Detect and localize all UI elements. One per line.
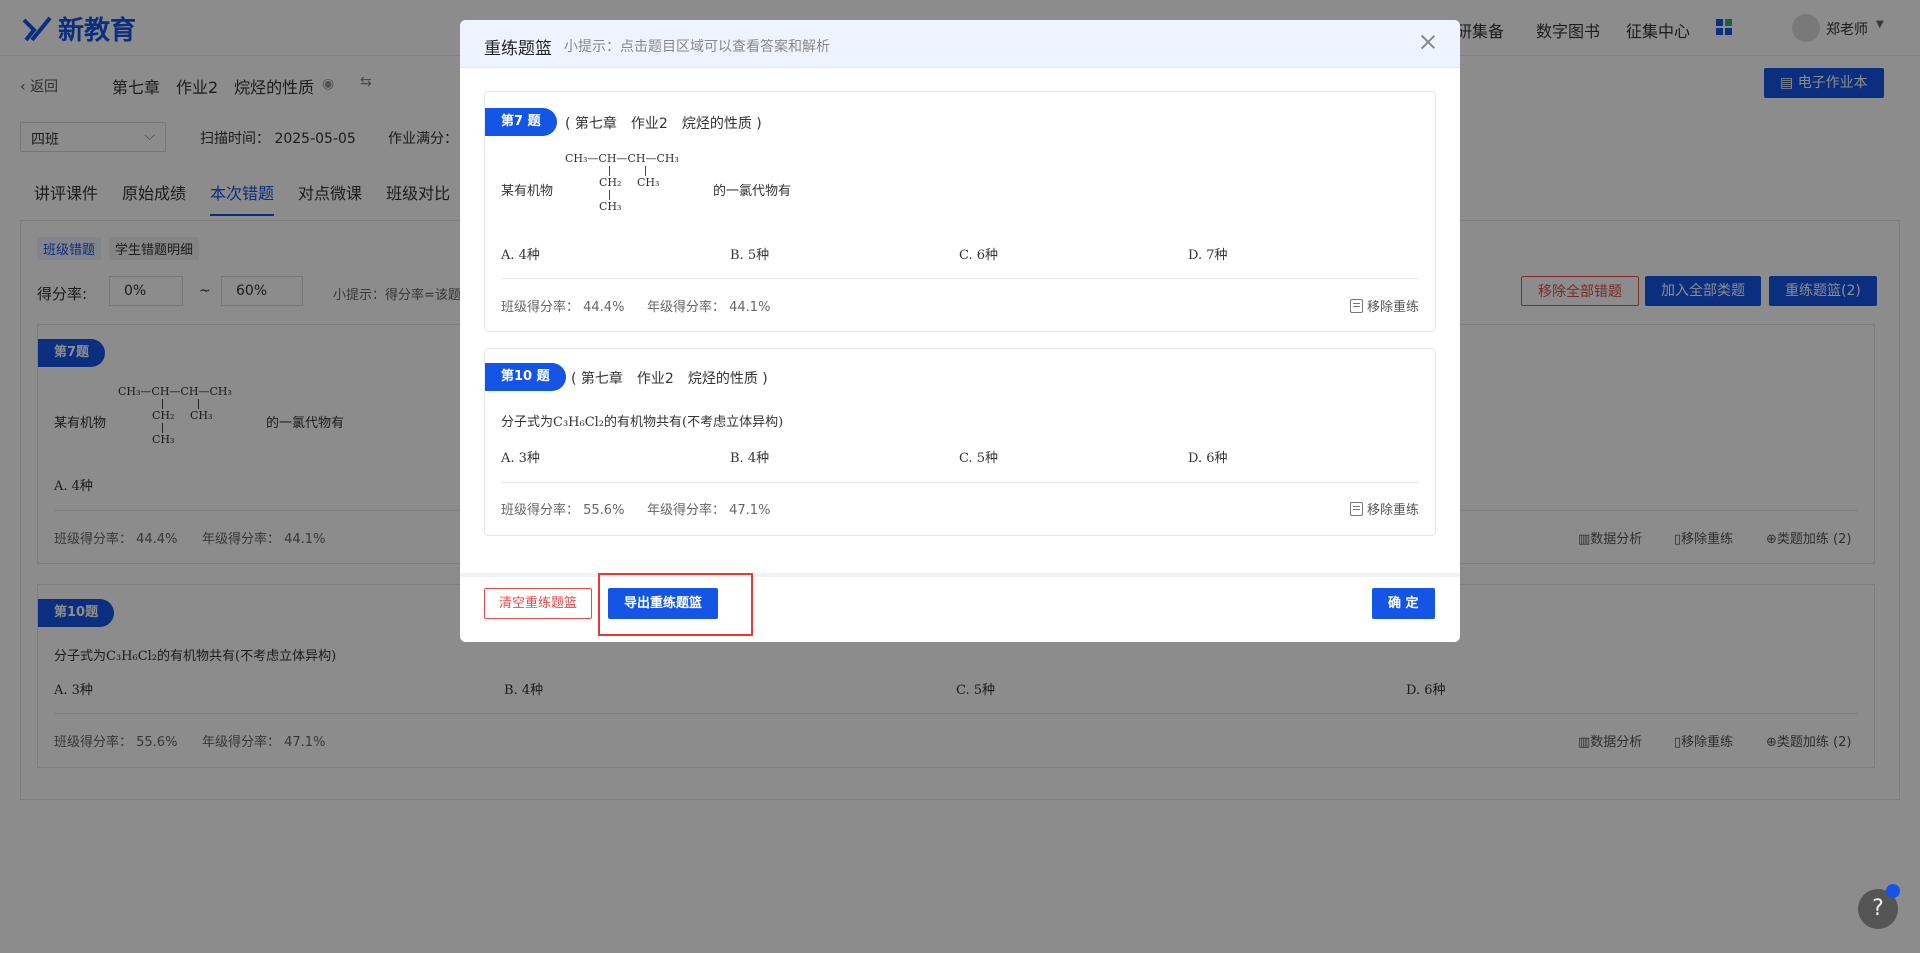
question-chapter: ( 第七章 作业2 烷烃的性质 ) [571,371,768,387]
question-stem-suffix: 的一氯代物有 [713,184,792,199]
question-tag: 第7 题 [485,108,557,136]
option-a: A. 4种 [501,248,540,263]
class-rate: 班级得分率： 44.4% [501,300,625,315]
clear-basket-button[interactable]: 清空重练题篮 [484,588,593,619]
question-chapter: ( 第七章 作业2 烷烃的性质 ) [565,116,762,132]
doc-icon [1349,298,1363,313]
option-d: D. 7种 [1188,248,1228,263]
doc-icon [1349,501,1363,516]
modal-hint: 小提示：点击题目区域可以查看答案和解析 [564,39,830,55]
option-b: B. 5种 [730,248,770,263]
retrain-basket-modal: 重练题篮 小提示：点击题目区域可以查看答案和解析 第7 题 ( 第七章 作业2 … [460,20,1460,642]
question-tag: 第10 题 [485,363,566,391]
option-c: C. 5种 [959,451,999,466]
molecule-structure: CH₃—CH—CH—CH₃ CH₂ CH₃ CH₃ [565,152,725,232]
modal-title: 重练题篮 [484,39,552,59]
mol-top: CH₃—CH—CH—CH₃ [565,152,679,165]
help-badge [1886,884,1900,898]
grade-rate: 年级得分率： 44.1% [647,300,771,315]
remove-retrain-button[interactable]: 移除重练 [1349,296,1419,315]
question-stem: 分子式为C₃H₆Cl₂的有机物共有(不考虑立体异构) [501,415,784,430]
mol-mid2: CH₃ [637,176,660,189]
remove-retrain-label: 移除重练 [1366,503,1419,518]
class-rate: 班级得分率： 55.6% [501,503,625,518]
option-d: D. 6种 [1188,451,1228,466]
option-c: C. 6种 [959,248,999,263]
remove-retrain-label: 移除重练 [1366,300,1419,315]
basket-question-card[interactable]: 第10 题 ( 第七章 作业2 烷烃的性质 ) 分子式为C₃H₆Cl₂的有机物共… [484,348,1436,536]
close-icon[interactable] [1418,32,1438,52]
modal-header: 重练题篮 小提示：点击题目区域可以查看答案和解析 [460,20,1460,68]
help-label: ? [1872,896,1884,921]
option-b: B. 4种 [730,451,770,466]
remove-retrain-button[interactable]: 移除重练 [1349,499,1419,518]
mol-mid1: CH₂ [599,176,622,189]
basket-question-card[interactable]: 第7 题 ( 第七章 作业2 烷烃的性质 ) 某有机物 CH₃—CH—CH—CH… [484,91,1436,332]
grade-rate: 年级得分率： 47.1% [647,503,771,518]
highlight-box [598,573,753,636]
confirm-button[interactable]: 确 定 [1372,588,1435,619]
option-a: A. 3种 [501,451,540,466]
mol-bottom: CH₃ [599,200,622,213]
question-stem-prefix: 某有机物 [501,184,554,199]
